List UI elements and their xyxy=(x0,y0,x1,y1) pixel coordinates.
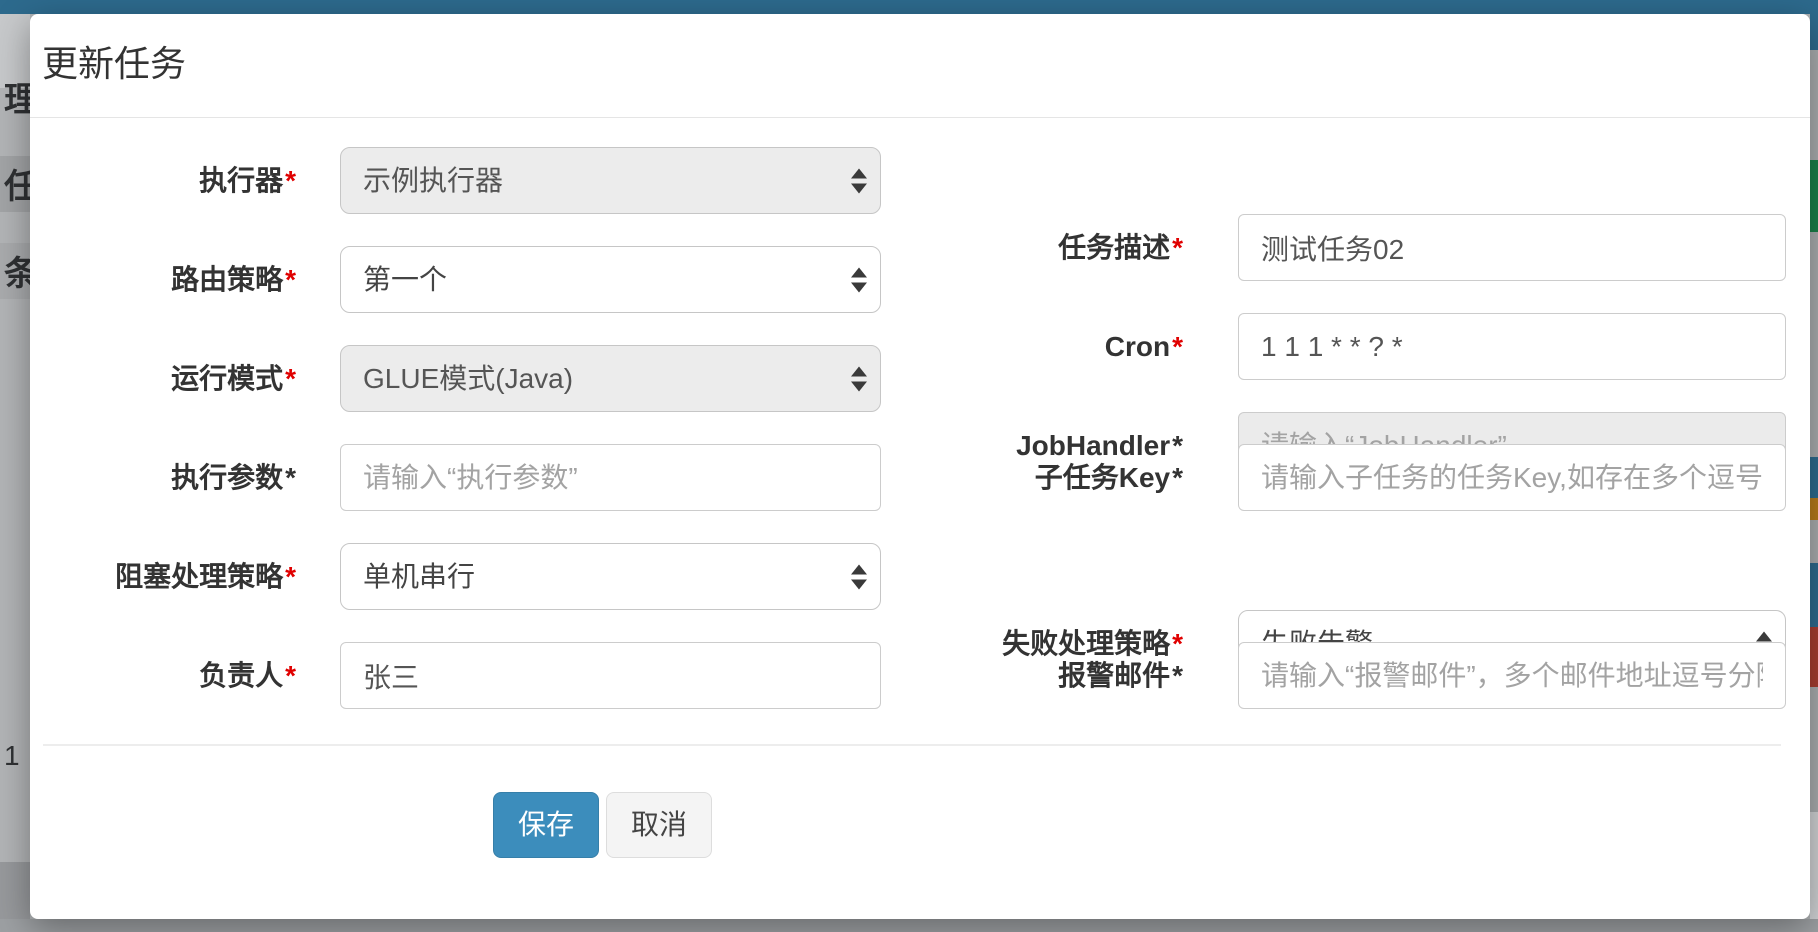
executor-param-label: 执行参数* xyxy=(30,444,296,511)
save-button[interactable]: 保存 xyxy=(493,792,599,858)
form-footer-divider xyxy=(43,744,1781,746)
background-text-fragment: 理 xyxy=(4,83,30,117)
form-row: 执行参数* 子任务Key* xyxy=(30,444,1810,511)
modal-header: 更新任务 xyxy=(30,14,1810,118)
alarm-email-required-asterisk: * xyxy=(1172,660,1183,691)
route-strategy-required-asterisk: * xyxy=(285,264,296,295)
author-label: 负责人* xyxy=(30,642,296,709)
backdrop-red-button-fragment xyxy=(1810,627,1818,687)
executor-param-control xyxy=(340,444,881,511)
alarm-email-label: 报警邮件* xyxy=(910,642,1183,709)
form-row: 路由策略*第一个Cron* xyxy=(30,246,1810,313)
modal-title: 更新任务 xyxy=(42,35,186,87)
backdrop-orange-button-fragment xyxy=(1810,498,1818,520)
glue-type-select: GLUE模式(Java) xyxy=(340,345,881,412)
block-strategy-select[interactable]: 单机串行 xyxy=(340,543,881,610)
block-strategy-required-asterisk: * xyxy=(285,561,296,592)
cancel-button[interactable]: 取消 xyxy=(606,792,712,858)
backdrop-band xyxy=(1810,812,1818,932)
alarm-email-control xyxy=(1238,642,1786,709)
executor-param-required-asterisk: * xyxy=(285,462,296,493)
author-required-asterisk: * xyxy=(285,660,296,691)
modal-body: 执行器*示例执行器任务描述*路由策略*第一个Cron*运行模式*GLUE模式(J… xyxy=(30,118,1810,858)
block-strategy-label: 阻塞处理策略* xyxy=(30,543,296,610)
backdrop-page-bottom xyxy=(0,919,1818,932)
glue-type-label: 运行模式* xyxy=(30,345,296,412)
glue-type-control: GLUE模式(Java) xyxy=(340,345,881,412)
backdrop-page-left: 理 任 条 1 xyxy=(0,14,30,932)
author-input[interactable] xyxy=(340,642,881,709)
child-jobkey-input[interactable] xyxy=(1238,444,1786,511)
update-job-modal: 更新任务 执行器*示例执行器任务描述*路由策略*第一个Cron*运行模式*GLU… xyxy=(30,14,1810,919)
child-jobkey-required-asterisk: * xyxy=(1172,462,1183,493)
executor-control: 示例执行器 xyxy=(340,147,881,214)
executor-param-input[interactable] xyxy=(340,444,881,511)
backdrop-green-button-fragment xyxy=(1810,160,1818,232)
background-text-fragment: 1 xyxy=(4,742,20,770)
backdrop-navbar-fragment xyxy=(1810,14,1818,50)
author-control xyxy=(340,642,881,709)
backdrop-page-right xyxy=(1810,14,1818,932)
executor-label: 执行器* xyxy=(30,147,296,214)
route-strategy-select[interactable]: 第一个 xyxy=(340,246,881,313)
backdrop-band xyxy=(0,14,30,88)
form-row: 运行模式*GLUE模式(Java)JobHandler* xyxy=(30,345,1810,412)
child-jobkey-control xyxy=(1238,444,1786,511)
backdrop-blue-button-fragment xyxy=(1810,457,1818,498)
executor-required-asterisk: * xyxy=(285,165,296,196)
glue-type-required-asterisk: * xyxy=(285,363,296,394)
page-navbar xyxy=(0,0,1818,14)
block-strategy-control: 单机串行 xyxy=(340,543,881,610)
form-row: 负责人* 报警邮件* xyxy=(30,642,1810,709)
form-row: 执行器*示例执行器任务描述* xyxy=(30,147,1810,214)
route-strategy-control: 第一个 xyxy=(340,246,881,313)
alarm-email-input[interactable] xyxy=(1238,642,1786,709)
modal-footer: 保存 取消 xyxy=(30,792,1810,858)
executor-select: 示例执行器 xyxy=(340,147,881,214)
route-strategy-label: 路由策略* xyxy=(30,246,296,313)
background-text-fragment: 任 xyxy=(4,170,30,204)
form-row: 阻塞处理策略*单机串行失败处理策略*失败告警 xyxy=(30,543,1810,610)
background-text-fragment: 条 xyxy=(4,257,30,291)
backdrop-blue-button-fragment xyxy=(1810,563,1818,627)
child-jobkey-label: 子任务Key* xyxy=(910,444,1183,511)
update-job-form: 执行器*示例执行器任务描述*路由策略*第一个Cron*运行模式*GLUE模式(J… xyxy=(30,147,1810,709)
